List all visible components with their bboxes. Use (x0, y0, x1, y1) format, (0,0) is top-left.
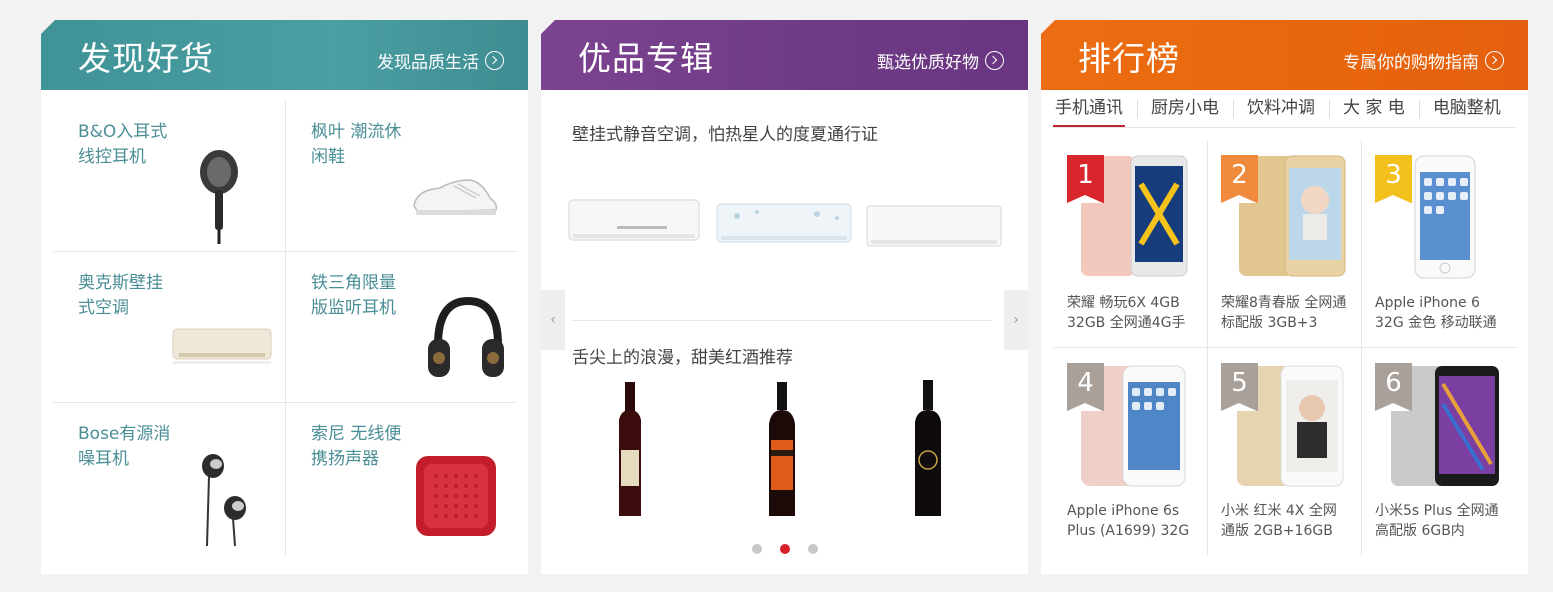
label-line: 噪耳机 (78, 449, 129, 469)
carousel-dot[interactable] (807, 544, 818, 554)
ranking-item-name: Apple iPhone 6s Plus (A1699) 32G (1067, 503, 1190, 539)
ranking-item[interactable]: 2 荣耀8青春版 全网通 标配版 3GB+3 (1207, 140, 1361, 348)
ranking-item-name: Apple iPhone 6 32G 金色 移动联通 (1375, 295, 1497, 331)
featured-topic-title[interactable]: 壁挂式静音空调，怕热星人的度夏通行证 (572, 120, 878, 145)
rank-badge: 3 (1375, 155, 1412, 203)
discover-item[interactable]: 索尼 无线便 携扬声器 (286, 402, 517, 553)
ranking-item[interactable]: 5 小米 红米 4X 全网通版 2GB+16GB (1207, 348, 1361, 556)
shoe-image (413, 179, 498, 215)
discover-item-label: 索尼 无线便 携扬声器 (311, 422, 421, 472)
corner-fold (41, 20, 55, 34)
label-line: 索尼 无线便 (311, 424, 402, 444)
discover-item[interactable]: Bose有源消 噪耳机 (53, 402, 284, 553)
label-line: 闲鞋 (311, 147, 345, 167)
ranking-item-name: 荣耀 畅玩6X 4GB 32GB 全网通4G手 (1067, 295, 1186, 331)
headphones-image (428, 296, 504, 377)
tab-computers[interactable]: 电脑整机 (1418, 94, 1503, 127)
discover-item[interactable]: B&O入耳式 线控耳机 (53, 100, 284, 251)
label-line: 奥克斯壁挂 (78, 273, 163, 293)
earbuds-image (202, 454, 246, 547)
corner-fold (1041, 20, 1055, 34)
rank-badge: 6 (1375, 363, 1412, 411)
discover-header: 发现好货 发现品质生活 (41, 20, 528, 90)
discover-item[interactable]: 铁三角限量 版监听耳机 (286, 251, 517, 402)
chevron-right-circle-icon (485, 51, 504, 70)
chevron-right-circle-icon (985, 51, 1004, 70)
carousel-next-button[interactable]: › (1004, 290, 1028, 350)
label-line: 枫叶 潮流休 (311, 122, 402, 142)
discover-title: 发现好货 (78, 39, 214, 78)
ranking-title: 排行榜 (1078, 39, 1180, 78)
discover-item-label: 铁三角限量 版监听耳机 (311, 271, 421, 321)
label-line: 式空调 (78, 298, 129, 318)
featured-panel: 优品专辑 甄选优质好物 壁挂式静音空调，怕热星人的度夏通行证 ‹ › 舌尖上的浪… (541, 20, 1028, 574)
ranking-item-name: 小米5s Plus 全网通 高配版 6GB内 (1375, 503, 1499, 539)
featured-topic-title[interactable]: 舌尖上的浪漫，甜美红酒推荐 (572, 343, 793, 368)
air-conditioner-products[interactable] (567, 196, 1007, 252)
discover-more-label: 发现品质生活 (377, 53, 479, 73)
ranking-item[interactable]: 3 Apple iPhone 6 32G 金色 移动联通 (1361, 140, 1515, 348)
discover-item[interactable]: 奥克斯壁挂 式空调 (53, 251, 284, 402)
discover-item-label: B&O入耳式 线控耳机 (78, 120, 188, 170)
rank-badge: 5 (1221, 363, 1258, 411)
discover-more-link[interactable]: 发现品质生活 (377, 48, 504, 73)
ranking-header: 排行榜 专属你的购物指南 (1041, 20, 1528, 90)
ranking-item[interactable]: 1 荣耀 畅玩6X 4GB 32GB 全网通4G手 (1053, 140, 1207, 348)
ranking-item-name: 荣耀8青春版 全网通 标配版 3GB+3 (1221, 295, 1347, 331)
discover-item-label: 枫叶 潮流休 闲鞋 (311, 120, 421, 170)
discover-item-label: 奥克斯壁挂 式空调 (78, 271, 188, 321)
tab-phones[interactable]: 手机通讯 (1053, 94, 1125, 127)
carousel-dot-active[interactable] (779, 544, 790, 554)
featured-title: 优品专辑 (578, 39, 714, 78)
chevron-right-icon: › (1013, 312, 1019, 328)
featured-more-label: 甄选优质好物 (877, 53, 979, 73)
carousel-prev-button[interactable]: ‹ (541, 290, 565, 350)
divider (572, 320, 992, 321)
carousel-dots (541, 544, 1028, 554)
corner-fold (541, 20, 555, 34)
label-line: Bose有源消 (78, 424, 171, 444)
rank-badge: 4 (1067, 363, 1104, 411)
rank-badge: 2 (1221, 155, 1258, 203)
earphone-image (200, 150, 238, 244)
ranking-item[interactable]: 6 小米5s Plus 全网通 高配版 6GB内 (1361, 348, 1515, 556)
ranking-tabs: 手机通讯 厨房小电 饮料冲调 大 家 电 电脑整机 (1053, 94, 1516, 128)
speaker-image (416, 456, 496, 536)
carousel-dot[interactable] (751, 544, 762, 554)
ranking-more-link[interactable]: 专属你的购物指南 (1343, 48, 1504, 73)
phone-image (1414, 155, 1476, 279)
discover-panel: 发现好货 发现品质生活 B&O入耳式 线控耳机 枫叶 潮流休 闲鞋 奥克斯壁挂 … (41, 20, 528, 574)
label-line: 版监听耳机 (311, 298, 396, 318)
featured-header: 优品专辑 甄选优质好物 (541, 20, 1028, 90)
rank-badge: 1 (1067, 155, 1104, 203)
tab-drinks[interactable]: 饮料冲调 (1233, 94, 1317, 127)
ranking-item[interactable]: 4 Apple iPhone 6s Plus (A1699) 32G (1053, 348, 1207, 556)
tab-appliances[interactable]: 大 家 电 (1329, 94, 1407, 127)
featured-more-link[interactable]: 甄选优质好物 (877, 48, 1004, 73)
label-line: 铁三角限量 (311, 273, 396, 293)
ranking-panel: 排行榜 专属你的购物指南 手机通讯 厨房小电 饮料冲调 大 家 电 电脑整机 1… (1041, 20, 1528, 574)
ranking-more-label: 专属你的购物指南 (1343, 53, 1479, 73)
chevron-right-circle-icon (1485, 51, 1504, 70)
wine-products[interactable] (611, 380, 961, 522)
discover-item[interactable]: 枫叶 潮流休 闲鞋 (286, 100, 517, 251)
tab-kitchen[interactable]: 厨房小电 (1137, 94, 1221, 127)
ranking-item-name: 小米 红米 4X 全网通版 2GB+16GB (1221, 503, 1337, 539)
chevron-left-icon: ‹ (550, 312, 556, 328)
label-line: 携扬声器 (311, 449, 379, 469)
label-line: B&O入耳式 (78, 122, 168, 142)
label-line: 线控耳机 (78, 147, 146, 167)
discover-item-label: Bose有源消 噪耳机 (78, 422, 188, 472)
discover-grid: B&O入耳式 线控耳机 枫叶 潮流休 闲鞋 奥克斯壁挂 式空调 铁三角限量 版监… (53, 100, 516, 556)
air-conditioner-image (172, 328, 272, 364)
ranking-grid: 1 荣耀 畅玩6X 4GB 32GB 全网通4G手 2 荣耀8青春版 全网通 标… (1053, 140, 1516, 556)
